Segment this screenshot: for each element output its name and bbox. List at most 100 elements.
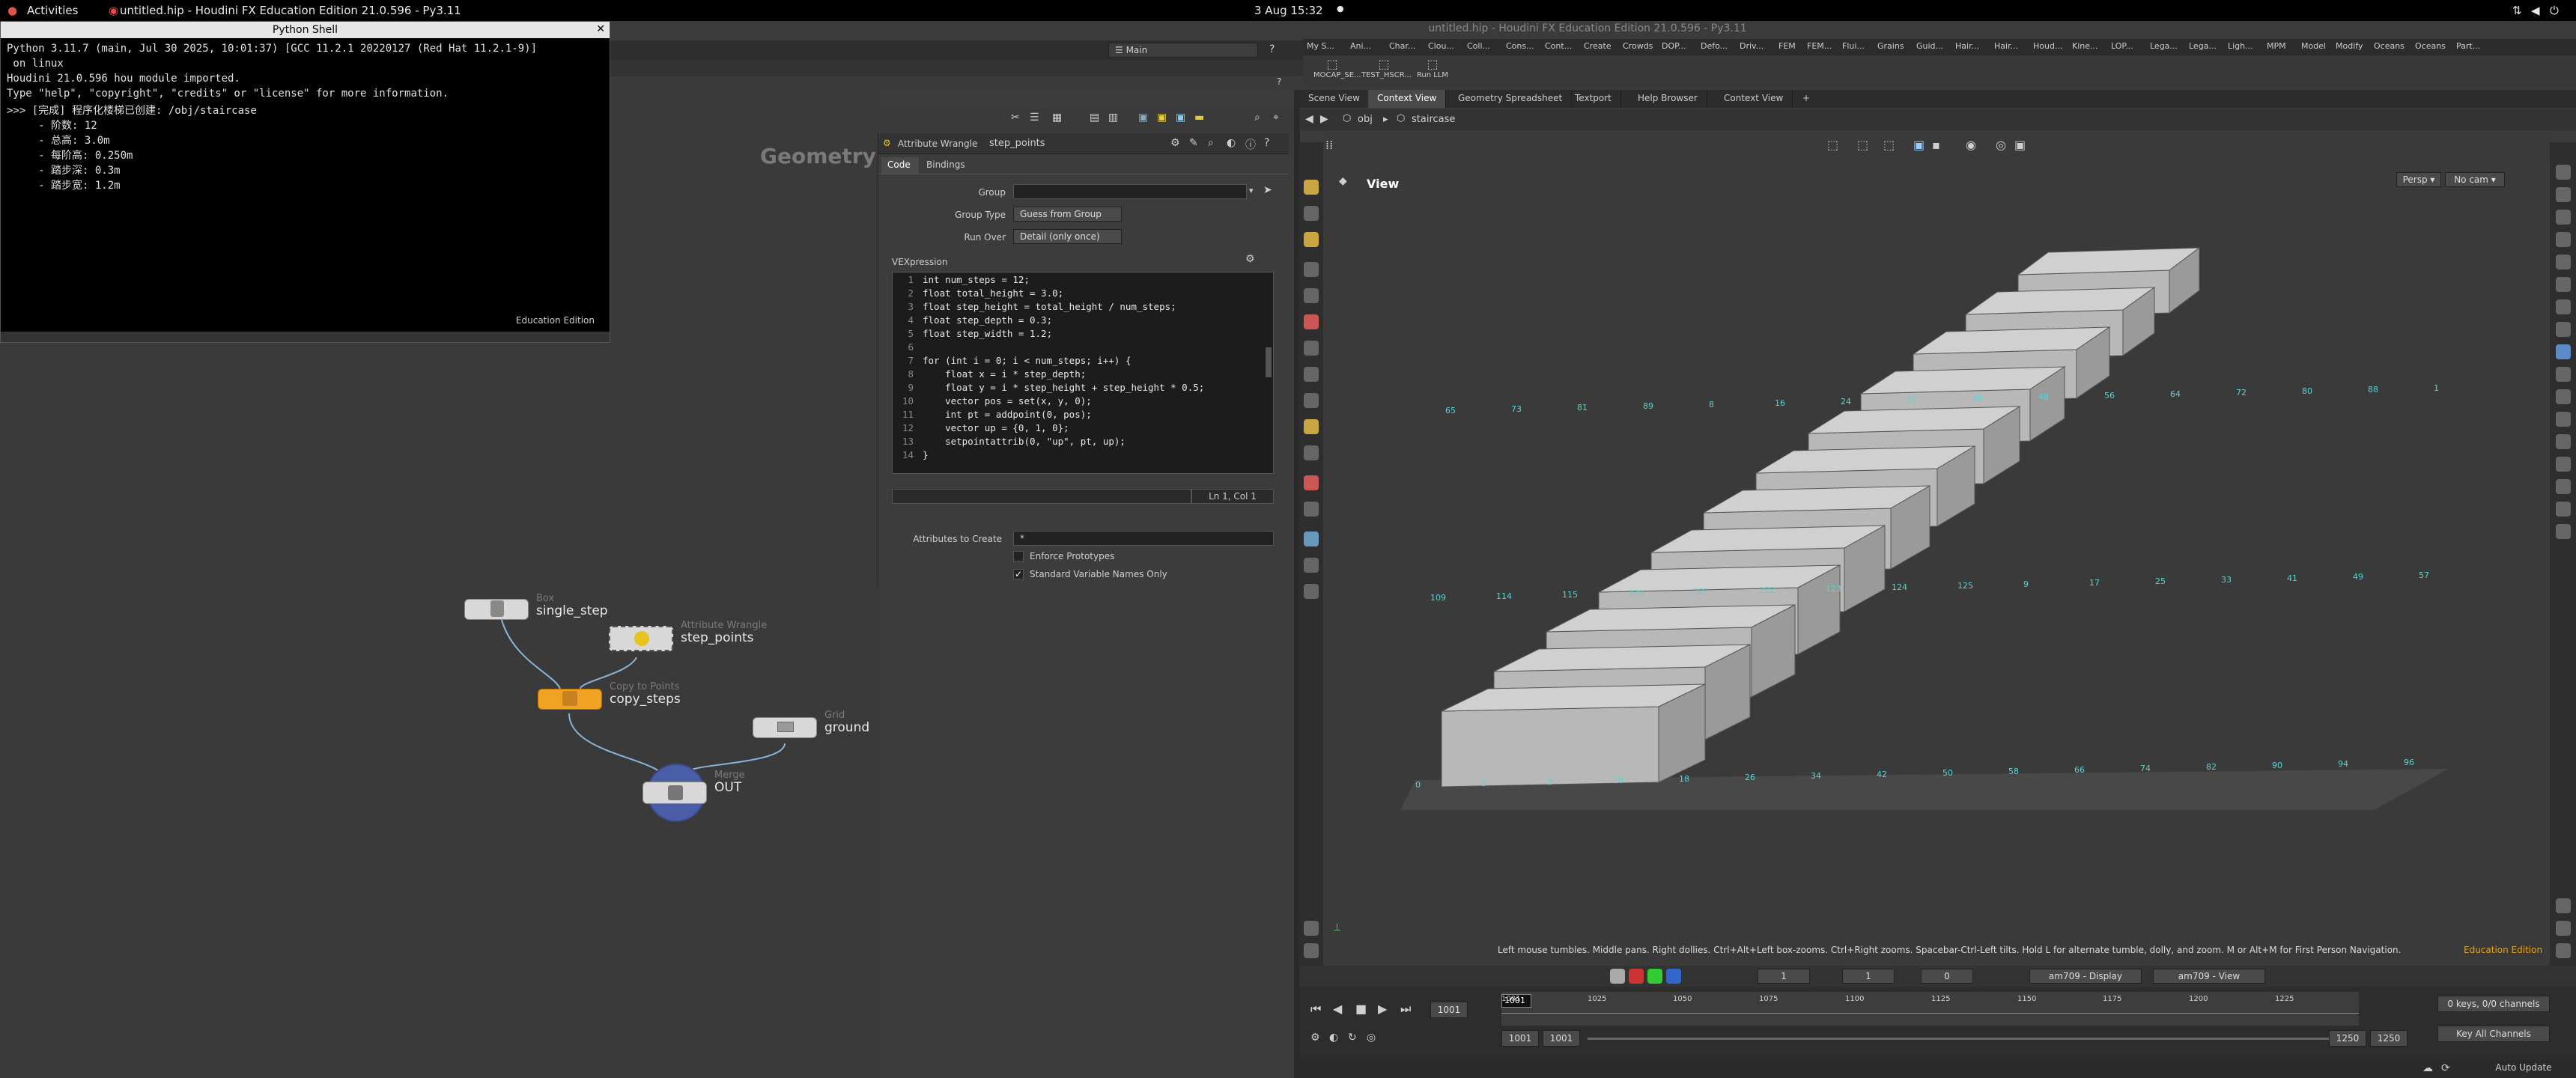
vertex-icon[interactable] bbox=[2556, 367, 2571, 382]
tab-context-view-2[interactable]: Context View bbox=[1715, 90, 1793, 108]
shelf-tab[interactable]: Hair... bbox=[1990, 39, 2022, 54]
gear-icon[interactable]: ⚙ bbox=[1170, 137, 1180, 149]
frame-field-a[interactable]: 1 bbox=[1758, 969, 1810, 984]
screenshot-icon[interactable]: ▣ bbox=[2014, 138, 2026, 152]
shelf-tab[interactable]: LOP... bbox=[2107, 39, 2137, 54]
view-tool-icon[interactable] bbox=[1304, 341, 1319, 356]
sticky-note-icon[interactable]: ▣ bbox=[1157, 112, 1167, 124]
update-icon[interactable]: ⟳ bbox=[2441, 1062, 2450, 1074]
path-root[interactable]: obj bbox=[1358, 114, 1373, 125]
clock[interactable]: 3 Aug 15:32 bbox=[1254, 4, 1323, 17]
shelf-tab[interactable]: Guid... bbox=[1913, 39, 1947, 54]
brush-tool-icon[interactable] bbox=[1304, 419, 1319, 434]
key-all-channels-menu[interactable]: Key All Channels bbox=[2437, 1026, 2550, 1042]
layout-icon[interactable]: ▥ bbox=[1108, 112, 1118, 124]
color-swatch-icon[interactable] bbox=[1610, 969, 1625, 984]
3d-viewport[interactable]: ◆ View Persp ▾ No cam ▾ 0 3 2 10 18 26 34 42 50 5… bbox=[1325, 166, 2545, 960]
sculpt-tool-icon[interactable] bbox=[1304, 393, 1319, 408]
background-icon[interactable] bbox=[2556, 524, 2571, 539]
vex-code-editor[interactable]: 1 int num_steps = 12; 2 float total_height… bbox=[892, 272, 1274, 474]
bbox-icon[interactable] bbox=[2556, 434, 2571, 449]
shelf-tab[interactable]: Flui... bbox=[1838, 39, 1868, 54]
shelf-tab[interactable]: Hair... bbox=[1951, 39, 1983, 54]
auto-update-menu[interactable]: Auto Update bbox=[2482, 1061, 2565, 1076]
shelf-tool-test[interactable]: ⬚ TEST_HSCR... bbox=[1361, 57, 1412, 79]
shelf-tab[interactable]: My S... bbox=[1303, 39, 1338, 54]
search-icon[interactable]: ⌕ bbox=[1208, 137, 1214, 149]
code-scrollbar[interactable] bbox=[1266, 347, 1272, 377]
current-frame-field[interactable]: 1001 bbox=[1430, 1002, 1468, 1018]
shell-scrollbar[interactable] bbox=[1, 332, 610, 342]
point-display-icon[interactable] bbox=[2556, 277, 2571, 292]
dropdown-arrow-icon[interactable]: ▾ bbox=[1249, 186, 1254, 195]
shaded-icon[interactable] bbox=[2556, 187, 2571, 202]
start-frame-field-2[interactable]: 1001 bbox=[1543, 1030, 1580, 1047]
pose-tool-icon[interactable] bbox=[1304, 262, 1319, 277]
view-icon[interactable]: ◐ bbox=[1227, 137, 1236, 149]
render-icon[interactable]: ◉ bbox=[1966, 138, 1976, 152]
cloud-icon[interactable]: ☁ bbox=[2422, 1062, 2433, 1074]
uv-icon[interactable] bbox=[2556, 412, 2571, 427]
snap-icon[interactable] bbox=[1304, 502, 1319, 517]
power-icon[interactable]: ⏻ bbox=[2550, 4, 2559, 17]
shelf-tab[interactable]: Oceans bbox=[2411, 39, 2449, 54]
grid-dots-icon[interactable]: ⁞⁞ bbox=[1325, 138, 1333, 152]
move-tool-icon[interactable] bbox=[1304, 206, 1319, 221]
info-icon[interactable]: ? bbox=[1277, 76, 1281, 87]
texture-icon[interactable] bbox=[2556, 255, 2571, 270]
folder-icon[interactable]: ▬ bbox=[1194, 112, 1204, 124]
info-icon[interactable]: ⓘ bbox=[1245, 137, 1256, 152]
camera-icon[interactable] bbox=[1304, 584, 1319, 599]
info-icon[interactable] bbox=[2556, 898, 2571, 913]
snippet-menu-icon[interactable]: ⚙ bbox=[1245, 253, 1255, 265]
tab-scene-view[interactable]: Scene View bbox=[1299, 90, 1370, 108]
shelf-tab[interactable]: Defo... bbox=[1697, 39, 1731, 54]
shelf-tab[interactable]: Cons... bbox=[1502, 39, 1538, 54]
shelf-tab[interactable]: Lega... bbox=[2185, 39, 2220, 54]
network-icon[interactable]: ⇅ bbox=[2512, 4, 2522, 17]
enforce-prototypes-checkbox[interactable] bbox=[1013, 551, 1024, 561]
template-icon[interactable] bbox=[2556, 502, 2571, 517]
lock-icon[interactable] bbox=[2556, 210, 2571, 225]
shelf-tab[interactable]: Houd... bbox=[2029, 39, 2066, 54]
layout-icon[interactable] bbox=[2556, 921, 2571, 936]
tab-geometry-spreadsheet[interactable]: Geometry Spreadsheet bbox=[1449, 90, 1573, 108]
play-icon[interactable]: ▶ bbox=[1378, 1002, 1387, 1016]
end-frame-field[interactable]: 1250 bbox=[2329, 1030, 2366, 1047]
point-number-icon[interactable] bbox=[2556, 344, 2571, 359]
start-frame-field[interactable]: 1001 bbox=[1501, 1030, 1539, 1047]
view-menu[interactable]: am709 - View bbox=[2153, 969, 2265, 984]
python-shell-window[interactable]: Python Shell ✕ Python 3.11.7 (main, Jul … bbox=[0, 21, 610, 343]
shelf-tab[interactable]: Coll... bbox=[1463, 39, 1494, 54]
visibility-icon[interactable] bbox=[1304, 532, 1319, 546]
shelf-tab[interactable]: Ligh... bbox=[2224, 39, 2257, 54]
grid-icon[interactable]: ▦ bbox=[1052, 112, 1062, 124]
close-icon[interactable]: ✕ bbox=[596, 23, 605, 35]
shelf-tab[interactable]: Crowds bbox=[1619, 39, 1656, 54]
shelf-tab[interactable]: Clou... bbox=[1424, 39, 1458, 54]
back-arrow-icon[interactable]: ◀ bbox=[1305, 113, 1313, 125]
handle-icon[interactable]: ⬚ bbox=[1827, 138, 1838, 152]
volume-icon[interactable]: ◀ bbox=[2531, 4, 2540, 17]
shelf-tool-runllm[interactable]: ⬚ Run LLM bbox=[1414, 57, 1451, 79]
help-icon[interactable]: ? bbox=[1264, 137, 1269, 149]
shelf-tab[interactable]: Grains bbox=[1874, 39, 1908, 54]
display-icon[interactable]: ▣ bbox=[1913, 138, 1925, 152]
shelf-tab[interactable]: Part... bbox=[2452, 39, 2484, 54]
group-field[interactable] bbox=[1013, 184, 1247, 199]
image-icon[interactable]: ▣ bbox=[1138, 112, 1148, 124]
realtime-icon[interactable]: ◐ bbox=[1329, 1032, 1338, 1044]
stamp-tool-icon[interactable] bbox=[1304, 445, 1319, 460]
handle-tool-icon[interactable] bbox=[1304, 232, 1319, 247]
light-icon[interactable] bbox=[2556, 232, 2571, 247]
view-icon[interactable]: ⬚ bbox=[1883, 138, 1895, 152]
range-icon[interactable]: ◎ bbox=[1367, 1032, 1376, 1044]
shelf-tab[interactable]: MPM bbox=[2263, 39, 2290, 54]
tab-textport[interactable]: Textport bbox=[1566, 90, 1621, 108]
path-node[interactable]: staircase bbox=[1412, 114, 1455, 125]
table-icon[interactable]: ▤ bbox=[1090, 112, 1099, 124]
group-type-menu[interactable]: Guess from Group bbox=[1013, 207, 1122, 222]
run-over-menu[interactable]: Detail (only once) bbox=[1013, 229, 1122, 244]
shelf-tab[interactable]: Kine... bbox=[2068, 39, 2102, 54]
frame-field-b[interactable]: 1 bbox=[1842, 969, 1895, 984]
